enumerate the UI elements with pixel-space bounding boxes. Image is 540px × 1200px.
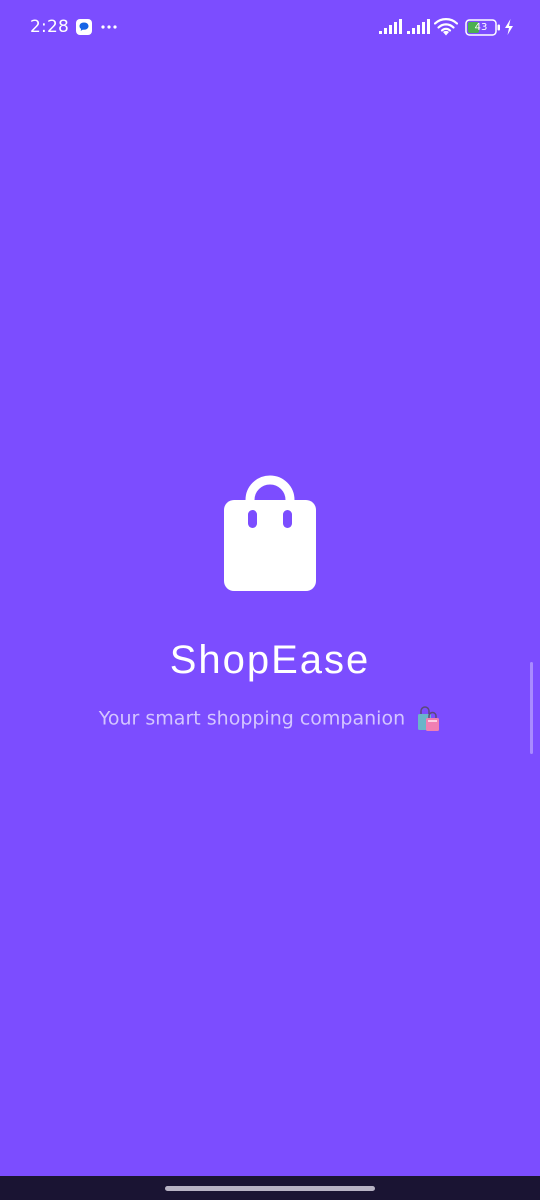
tagline-text: Your smart shopping companion (98, 707, 406, 730)
signal-icon (407, 19, 430, 34)
navigation-bar (0, 1176, 540, 1200)
signal-icon (379, 19, 402, 34)
home-indicator[interactable] (165, 1186, 375, 1191)
more-notifications-icon (101, 25, 117, 29)
status-time: 2:28 (30, 17, 69, 37)
scrollbar[interactable] (530, 662, 533, 754)
shopping-bag-icon (224, 475, 316, 591)
battery-level: 43 (474, 22, 488, 33)
status-bar: 2:28 43 (0, 0, 540, 56)
splash-screen: 2:28 43 ShopEase Your smart shopping com… (0, 0, 540, 1200)
shopping-bags-icon (418, 705, 440, 731)
app-name: ShopEase (169, 638, 371, 682)
charging-icon (505, 19, 513, 35)
tagline: Your smart shopping companion (0, 704, 540, 733)
chat-icon (76, 19, 92, 35)
wifi-icon (434, 18, 458, 36)
